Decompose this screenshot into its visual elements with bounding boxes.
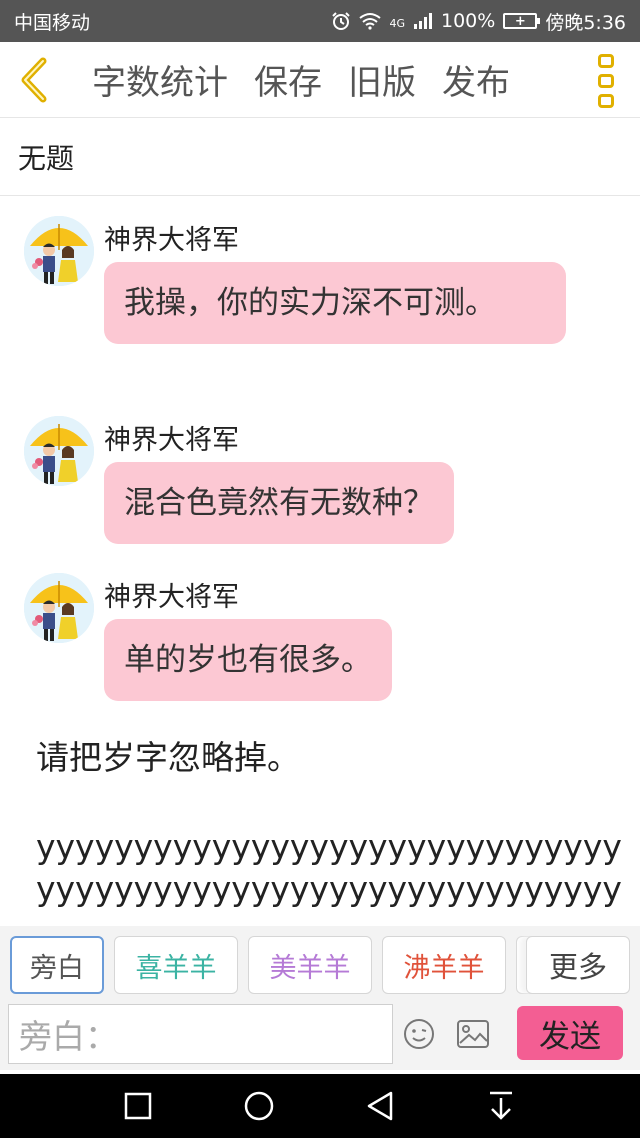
message-input-placeholder: 旁白：	[19, 1017, 118, 1056]
message-bubble[interactable]: 单的岁也有很多。	[104, 619, 392, 701]
role-label: 旁白	[30, 952, 84, 984]
publish-button[interactable]: 发布	[442, 55, 510, 104]
alarm-icon	[332, 12, 351, 30]
role-selector: 旁白 喜羊羊 美羊羊 沸羊羊 更多	[0, 926, 640, 1004]
more-dot-icon	[598, 94, 614, 108]
document-title-text: 无题	[18, 141, 75, 175]
more-dot-icon	[598, 54, 614, 68]
old-version-button[interactable]: 旧版	[348, 55, 416, 104]
document-title[interactable]: 无题	[0, 118, 640, 196]
chat-area[interactable]: 神界大将军 我操，你的实力深不可测。 神界大将军 混合色竟然有无数种？ 神界大将…	[0, 196, 640, 926]
back-nav-icon[interactable]	[365, 1090, 395, 1122]
avatar[interactable]	[24, 216, 94, 286]
chevron-left-icon	[21, 57, 47, 102]
message-text: 混合色竟然有无数种？	[124, 485, 434, 521]
role-label: 沸羊羊	[403, 952, 485, 984]
signal-icon	[414, 13, 432, 29]
message-sender: 神界大将军	[104, 582, 239, 613]
more-roles-button[interactable]: 更多	[526, 936, 630, 994]
role-meiyangyang[interactable]: 美羊羊	[248, 936, 372, 994]
role-xiyangyang[interactable]: 喜羊羊	[114, 936, 238, 994]
role-narrator[interactable]: 旁白	[10, 936, 104, 994]
chat-message[interactable]: 神界大将军 我操，你的实力深不可测。	[24, 216, 584, 416]
more-dot-icon	[598, 74, 614, 88]
message-text: 单的岁也有很多。	[124, 642, 372, 678]
chat-message[interactable]: 神界大将军 单的岁也有很多。	[24, 573, 584, 713]
message-input[interactable]: 旁白：	[8, 1004, 393, 1064]
word-count-button[interactable]: 字数统计	[92, 55, 228, 104]
role-feiyangyang[interactable]: 沸羊羊	[382, 936, 506, 994]
network-type-label: 4G	[389, 16, 405, 30]
status-icons: 4G 100% + 傍晚5:36	[331, 8, 626, 35]
compose-bar: 旁白： 发送	[0, 1004, 640, 1070]
role-label: 喜羊羊	[135, 952, 217, 984]
send-button[interactable]: 发送	[517, 1006, 623, 1060]
save-button[interactable]: 保存	[254, 55, 322, 104]
battery-percent: 100%	[441, 10, 496, 32]
chat-message[interactable]: 神界大将军 混合色竟然有无数种？	[24, 416, 584, 556]
message-text: 我操，你的实力深不可测。	[124, 285, 496, 321]
avatar-image	[24, 573, 94, 643]
avatar[interactable]	[24, 416, 94, 486]
role-label: 美羊羊	[269, 952, 351, 984]
wifi-icon	[359, 13, 382, 30]
battery-icon: +	[503, 13, 541, 29]
image-icon[interactable]	[456, 1019, 490, 1049]
notification-pull-icon[interactable]	[487, 1090, 515, 1122]
home-icon[interactable]	[243, 1090, 275, 1122]
message-sender: 神界大将军	[104, 425, 239, 456]
status-bar: 中国移动 4G 100% + 傍晚5:36	[0, 0, 640, 42]
recent-apps-icon[interactable]	[124, 1092, 152, 1120]
carrier-label: 中国移动	[14, 11, 91, 34]
more-menu-button[interactable]	[594, 54, 618, 108]
editor-toolbar: 字数统计 保存 旧版 发布	[0, 42, 640, 118]
system-nav-bar	[0, 1074, 640, 1138]
repeated-text-block[interactable]: yyyyyyyyyyyyyyyyyyyyyyyyyyyyyyyyyyyyyyyy…	[36, 826, 626, 910]
narration-text[interactable]: 请把岁字忽略掉。	[36, 736, 300, 780]
avatar-image	[24, 416, 94, 486]
message-sender: 神界大将军	[104, 225, 239, 256]
avatar[interactable]	[24, 573, 94, 643]
clock: 傍晚5:36	[545, 11, 626, 34]
avatar-image	[24, 216, 94, 286]
back-button[interactable]	[0, 42, 68, 118]
message-bubble[interactable]: 我操，你的实力深不可测。	[104, 262, 566, 344]
message-bubble[interactable]: 混合色竟然有无数种？	[104, 462, 454, 544]
emoji-icon[interactable]	[403, 1018, 435, 1050]
